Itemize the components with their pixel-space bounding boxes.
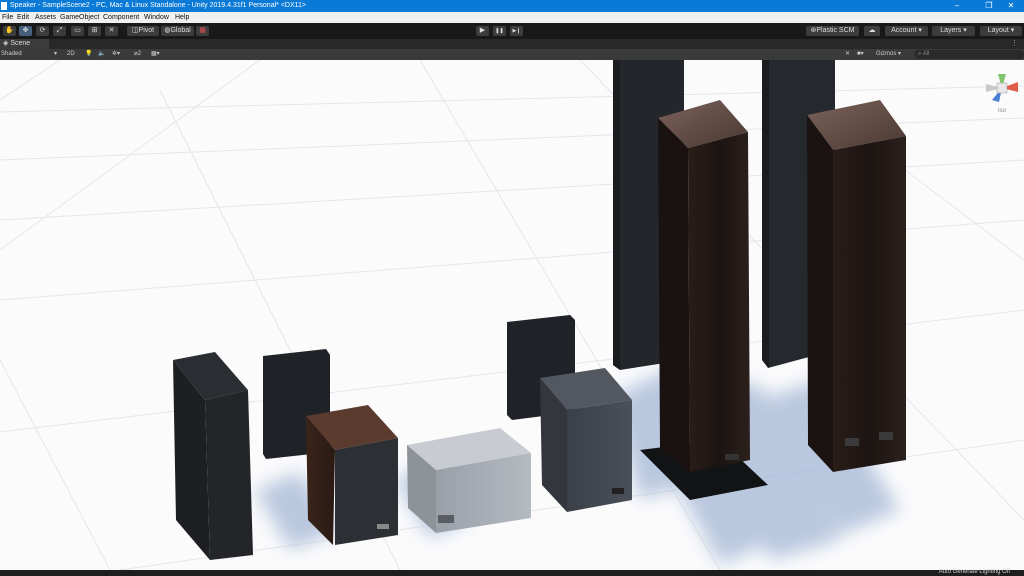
- tower-speaker-rear: [807, 100, 906, 472]
- hand-tool-icon[interactable]: ✋: [3, 26, 16, 36]
- shading-mode-dropdown[interactable]: Shaded: [1, 50, 22, 59]
- scene-render: [0, 60, 1024, 570]
- tools-icon[interactable]: ✕: [845, 50, 850, 59]
- plastic-scm-label: Plastic SCM: [816, 27, 855, 34]
- 2d-toggle[interactable]: 2D: [67, 50, 75, 59]
- grid-icon[interactable]: ▦▾: [151, 50, 160, 59]
- effects-icon[interactable]: ✲▾: [112, 50, 120, 59]
- chevron-down-icon: ▾: [963, 27, 967, 34]
- title-bar: Speaker - SampleScene2 - PC, Mac & Linux…: [0, 0, 1024, 12]
- light-bulb-icon[interactable]: 💡: [85, 50, 92, 59]
- tab-menu-icon[interactable]: ⋮: [1011, 39, 1018, 47]
- hidden-objects-icon[interactable]: ⌀2: [134, 50, 141, 59]
- search-icon: ⌕: [918, 51, 922, 57]
- menu-component[interactable]: Component: [103, 14, 139, 21]
- gizmo-projection-label: Iso: [997, 108, 1006, 114]
- menu-help[interactable]: Help: [175, 14, 189, 21]
- menu-window[interactable]: Window: [144, 14, 169, 21]
- tab-bar: ◈ Scene ⋮: [0, 39, 1024, 49]
- menu-file[interactable]: File: [2, 14, 13, 21]
- rect-tool-icon[interactable]: ▭: [71, 26, 84, 36]
- window-title: Speaker - SampleScene2 - PC, Mac & Linux…: [10, 2, 306, 9]
- chevron-down-icon: ▾: [918, 27, 922, 34]
- tab-scene[interactable]: ◈ Scene: [0, 39, 49, 49]
- global-toggle[interactable]: ◍Global: [161, 26, 194, 36]
- pivot-label: Pivot: [138, 27, 155, 34]
- close-button[interactable]: ✕: [998, 0, 1024, 12]
- search-placeholder: All: [922, 51, 930, 57]
- layout-label: Layout: [987, 27, 1009, 34]
- gizmos-label: Gizmos: [876, 51, 897, 57]
- amplifier-label-plate: [438, 515, 454, 523]
- menu-gameobject[interactable]: GameObject: [60, 14, 99, 21]
- tower-terminal-plate: [879, 432, 893, 440]
- menu-edit[interactable]: Edit: [17, 14, 29, 21]
- transform-tool-icon[interactable]: ⊞: [88, 26, 101, 36]
- global-label: Global: [170, 27, 191, 34]
- minimize-button[interactable]: –: [944, 0, 970, 12]
- snap-grid-icon[interactable]: ▦: [196, 26, 209, 36]
- scale-tool-icon[interactable]: ⤢: [53, 26, 66, 36]
- orientation-gizmo[interactable]: Iso: [982, 68, 1022, 118]
- tower-terminal-plate: [725, 454, 739, 460]
- custom-tool-icon[interactable]: ✕: [105, 26, 118, 36]
- menu-assets[interactable]: Assets: [35, 14, 56, 21]
- rotate-tool-icon[interactable]: ⟳: [36, 26, 49, 36]
- speaker-logo-plate: [612, 488, 624, 494]
- cloud-icon[interactable]: ☁: [864, 26, 880, 36]
- scene-viewport[interactable]: Iso: [0, 60, 1024, 570]
- black-bookshelf-speaker: [173, 352, 253, 560]
- tower-terminal-plate: [845, 438, 859, 446]
- plastic-scm-button[interactable]: ⊛Plastic SCM: [806, 26, 859, 36]
- move-tool-icon[interactable]: ✥: [19, 26, 32, 36]
- layer-count: 2: [137, 51, 141, 57]
- axis-gizmo-icon: [986, 74, 1018, 102]
- speaker-logo-plate: [377, 524, 389, 529]
- grey-amplifier-box: [407, 428, 531, 533]
- shading-mode-label: Shaded: [1, 51, 22, 57]
- chevron-down-icon: ▾: [54, 51, 58, 57]
- slate-bookshelf-speaker: [540, 368, 632, 512]
- layers-label: Layers: [940, 27, 962, 34]
- unity-app-icon: [1, 2, 7, 10]
- account-dropdown[interactable]: Account ▾: [885, 26, 928, 36]
- pivot-icon: ◫: [131, 27, 139, 34]
- status-text: Auto Generate Lighting Off: [938, 569, 1010, 575]
- play-button[interactable]: ▶: [476, 26, 489, 36]
- account-label: Account: [891, 27, 917, 34]
- scene-tab-label: Scene: [10, 40, 31, 47]
- search-input[interactable]: ⌕ All: [914, 50, 1024, 59]
- chevron-down-icon: ▾: [1010, 27, 1015, 34]
- layout-dropdown[interactable]: Layout ▾: [980, 26, 1022, 36]
- scene-toolbar: Shaded ▾ 2D 💡 🔈 ✲▾ ⌀2 ▦▾ ✕ ■▾ Gizmos ▾ ⌕…: [0, 49, 1024, 60]
- wood-bookshelf-speaker: [306, 405, 398, 545]
- step-button[interactable]: ▶❙: [510, 26, 523, 36]
- pivot-toggle[interactable]: ◫Pivot: [127, 26, 159, 36]
- scene-tab-icon: ◈: [3, 40, 9, 47]
- layers-dropdown[interactable]: Layers ▾: [932, 26, 975, 36]
- gizmos-dropdown[interactable]: Gizmos ▾: [876, 50, 901, 59]
- menu-bar: File Edit Assets GameObject Component Wi…: [0, 12, 1024, 23]
- main-toolbar: ✋ ✥ ⟳ ⤢ ▭ ⊞ ✕ ◫Pivot ◍Global ▦ ▶ ❚❚ ▶❙ ⊛…: [0, 23, 1024, 39]
- audio-speaker-icon[interactable]: 🔈: [98, 50, 105, 59]
- status-bar: Auto Generate Lighting Off: [0, 569, 1024, 576]
- pause-button[interactable]: ❚❚: [493, 26, 506, 36]
- camera-icon[interactable]: ■▾: [857, 50, 864, 59]
